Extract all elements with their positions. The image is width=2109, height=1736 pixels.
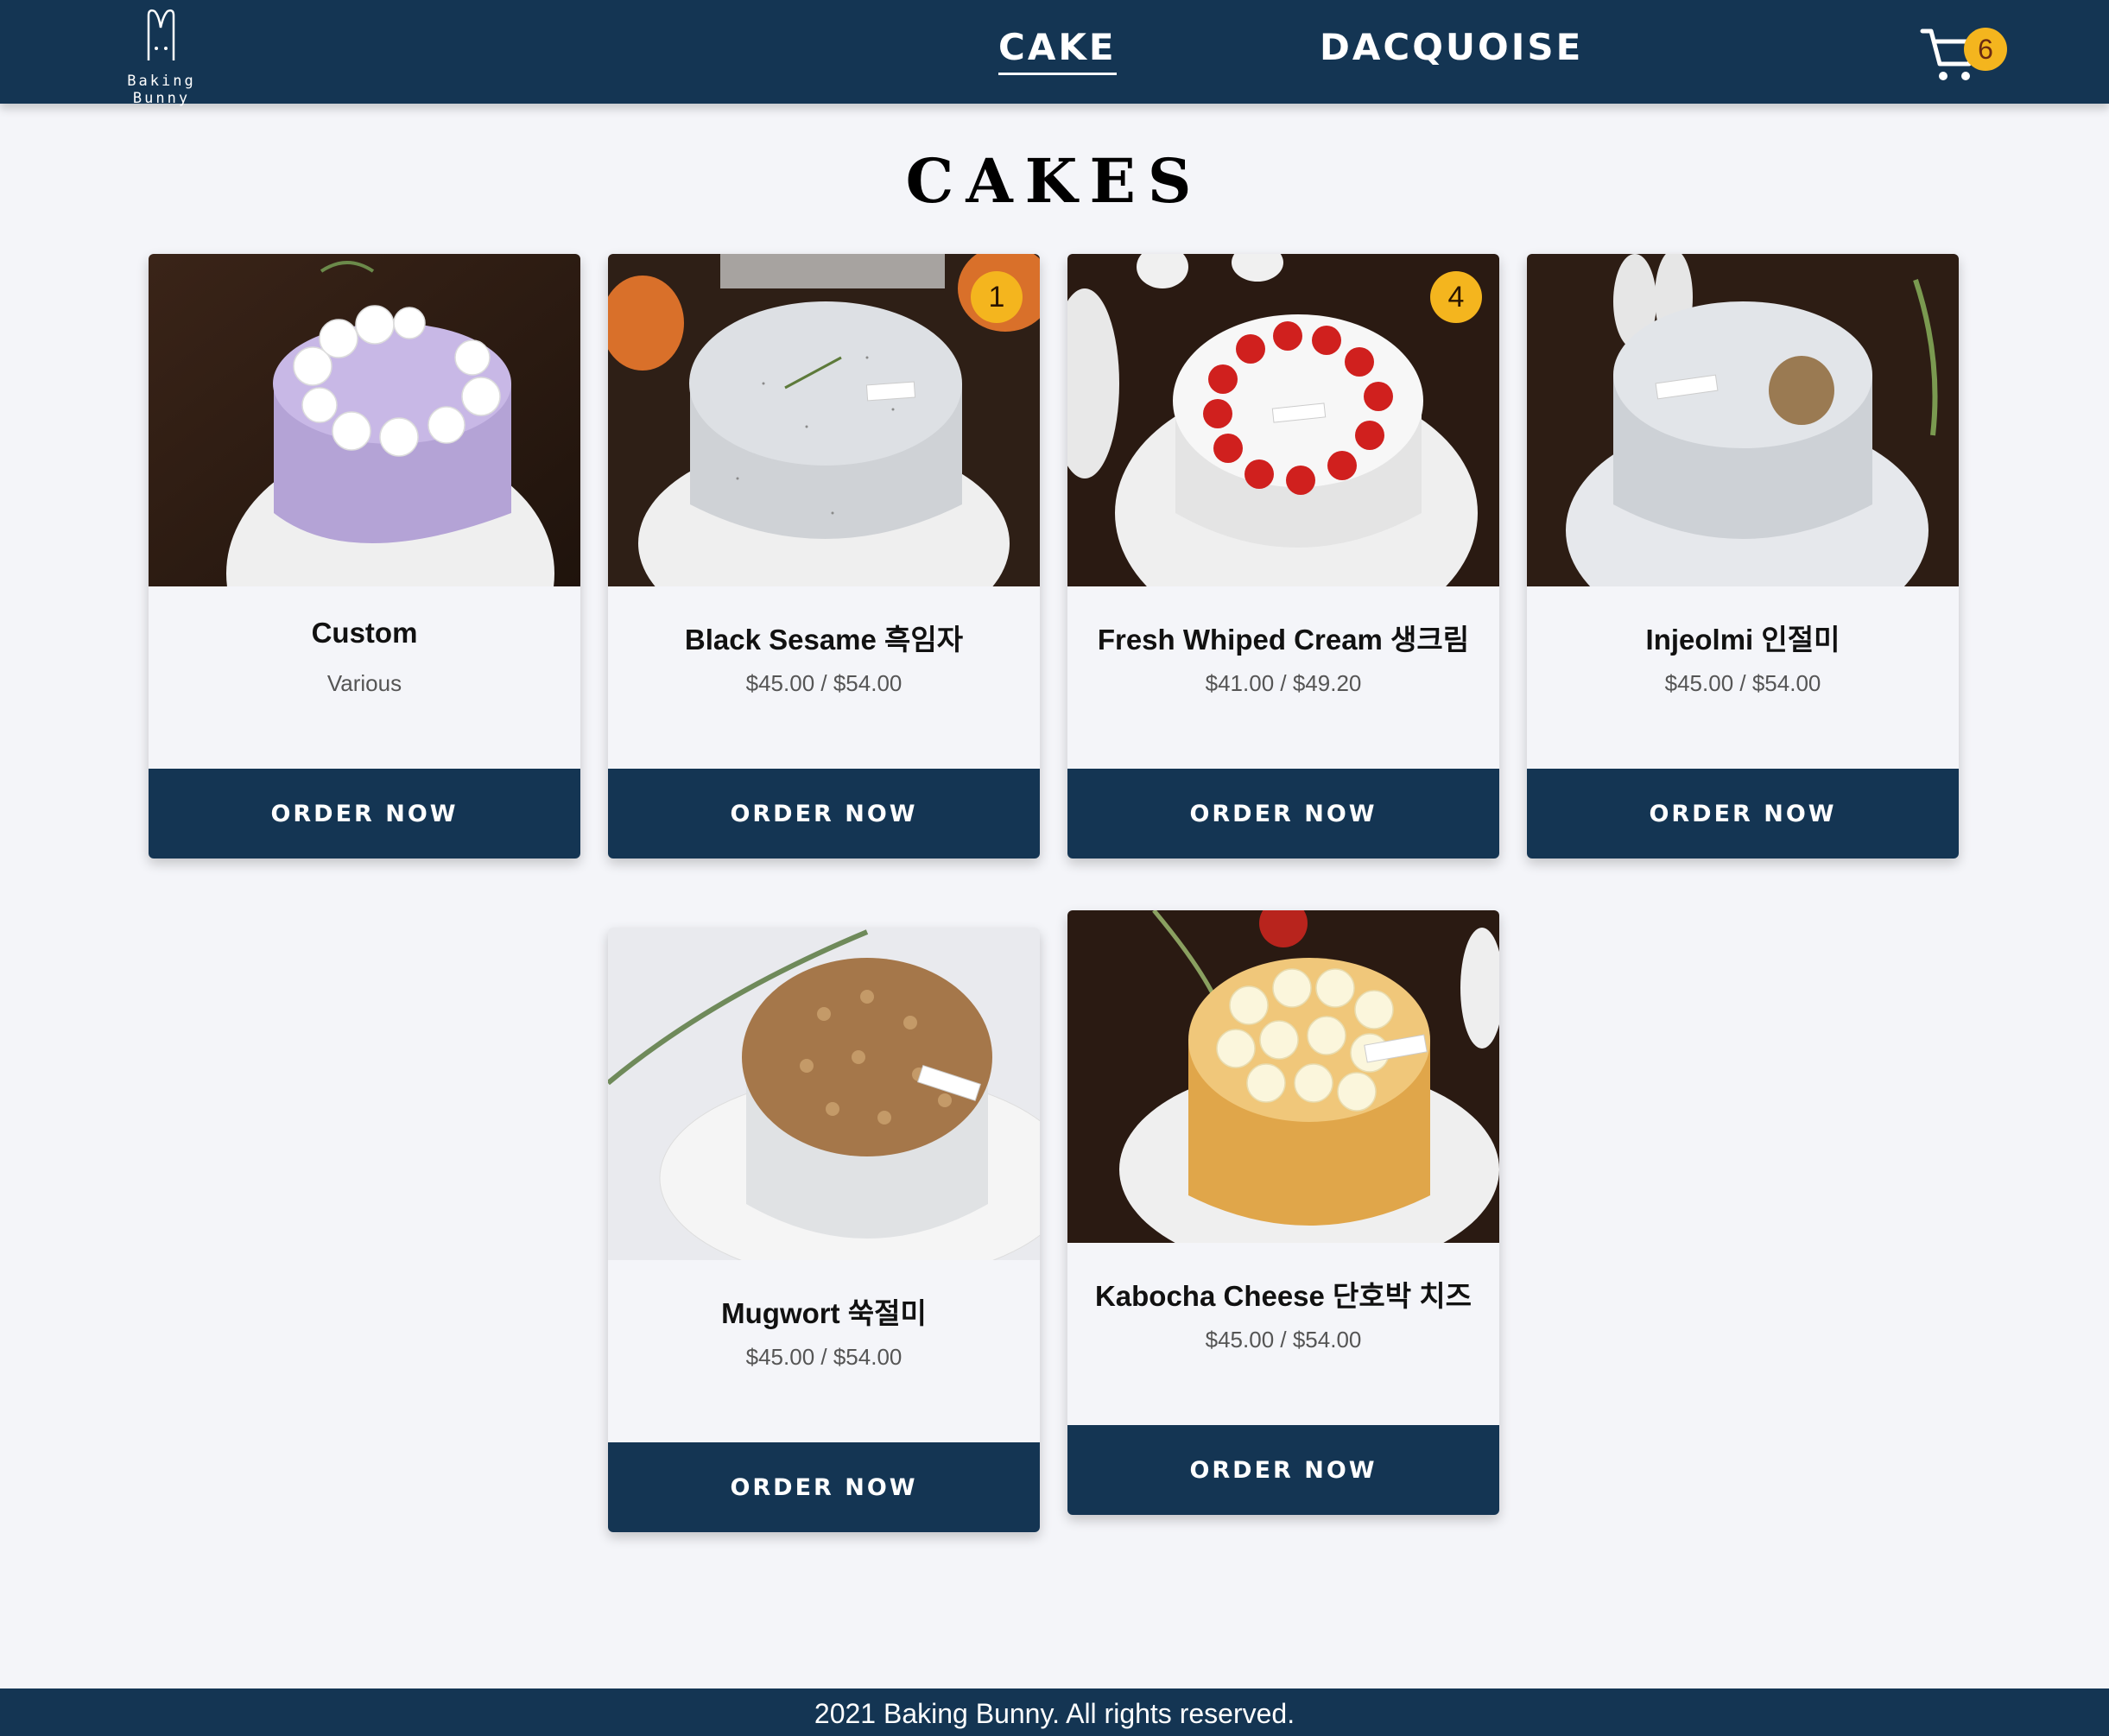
nav-cake[interactable]: CAKE (998, 29, 1117, 75)
product-card-black-sesame: 1 Black Sesame 흑임자 $45.00 / $54.00 ORDER… (608, 254, 1040, 858)
cart-quantity-badge: 1 (971, 271, 1023, 323)
order-now-button[interactable]: ORDER NOW (1527, 769, 1959, 858)
product-name: Injeolmi 인절미 (1645, 624, 1840, 656)
order-now-button[interactable]: ORDER NOW (1067, 769, 1499, 858)
product-name: Fresh Whiped Cream 생크림 (1097, 624, 1470, 656)
product-card-custom: Custom Various ORDER NOW (149, 254, 580, 858)
product-image[interactable]: 1 (608, 254, 1040, 586)
product-name: Mugwort 쑥절미 (721, 1297, 927, 1329)
cart-quantity-badge: 4 (1430, 271, 1482, 323)
nav-dacquoise[interactable]: DACQUOISE (1320, 29, 1583, 66)
product-card-injeolmi: Injeolmi 인절미 $45.00 / $54.00 ORDER NOW (1527, 254, 1959, 858)
product-price: $45.00 / $54.00 (1205, 1327, 1362, 1353)
footer: 2021 Baking Bunny. All rights reserved. (0, 1688, 2109, 1736)
cart-button[interactable]: 6 (1919, 19, 2007, 88)
product-price: $45.00 / $54.00 (745, 670, 902, 696)
product-image[interactable] (149, 254, 580, 586)
copyright-text: 2021 Baking Bunny. All rights reserved. (814, 1698, 1295, 1729)
product-card-mugwort: Mugwort 쑥절미 $45.00 / $54.00 ORDER NOW (608, 928, 1040, 1532)
product-name: Kabocha Cheese 단호박 치즈 (1094, 1280, 1472, 1312)
product-image[interactable]: 4 (1067, 254, 1499, 586)
order-now-button[interactable]: ORDER NOW (608, 769, 1040, 858)
logo[interactable]: Baking Bunny (97, 7, 226, 107)
product-image[interactable] (1067, 910, 1499, 1243)
product-name: Black Sesame 흑임자 (684, 624, 964, 656)
product-image[interactable] (608, 928, 1040, 1260)
product-name: Custom (311, 617, 418, 649)
product-image[interactable] (1527, 254, 1959, 586)
product-price: $41.00 / $49.20 (1205, 670, 1362, 696)
product-price: Various (326, 670, 402, 696)
page-title: CAKES (905, 145, 1204, 217)
product-price: $45.00 / $54.00 (1664, 670, 1821, 696)
top-navbar: Baking Bunny CAKE DACQUOISE 6 (0, 0, 2109, 107)
product-card-fresh-whipped-cream: 4 Fresh Whiped Cream 생크림 $41.00 / $49.20… (1067, 254, 1499, 858)
order-now-button[interactable]: ORDER NOW (608, 1442, 1040, 1532)
logo-text: Baking Bunny (127, 73, 196, 107)
product-card-kabocha-cheese: Kabocha Cheese 단호박 치즈 $45.00 / $54.00 OR… (1067, 910, 1499, 1515)
bunny-logo-icon (147, 9, 175, 60)
product-price: $45.00 / $54.00 (745, 1344, 902, 1370)
cart-count-badge: 6 (1964, 28, 2007, 71)
order-now-button[interactable]: ORDER NOW (149, 769, 580, 858)
order-now-button[interactable]: ORDER NOW (1067, 1425, 1499, 1515)
